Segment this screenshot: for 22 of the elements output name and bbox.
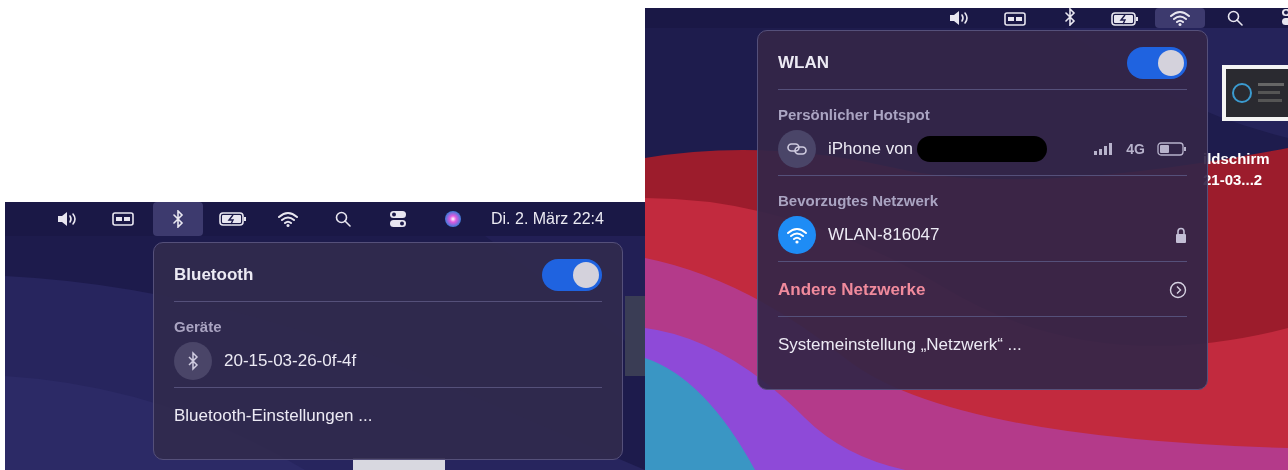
wifi-icon	[277, 211, 299, 227]
display-icon	[112, 212, 134, 226]
bluetooth-device-icon	[174, 342, 212, 380]
search-icon	[335, 211, 351, 227]
search-icon	[1227, 10, 1243, 26]
menu-bar-clock: Di. 2. März 22:4	[491, 210, 604, 228]
bluetooth-icon	[172, 210, 184, 228]
bluetooth-menu-item[interactable]	[153, 202, 203, 236]
toggle-switch[interactable]	[542, 259, 602, 291]
bluetooth-icon	[1064, 8, 1076, 26]
toggle-switches-icon	[389, 210, 407, 228]
battery-icon	[219, 212, 247, 226]
section-header: Geräte	[174, 317, 223, 337]
panel-title: Bluetooth	[174, 265, 254, 285]
settings-link[interactable]: Bluetooth-Einstellungen ...	[174, 406, 373, 426]
volume-icon	[949, 10, 971, 26]
device-name[interactable]: 20-15-03-26-0f-4f	[224, 351, 357, 371]
display-icon	[1004, 12, 1026, 26]
wifi-menu-item[interactable]	[1155, 8, 1205, 28]
volume-icon	[57, 211, 79, 227]
wifi-icon	[1169, 10, 1191, 26]
siri-icon	[444, 210, 462, 228]
